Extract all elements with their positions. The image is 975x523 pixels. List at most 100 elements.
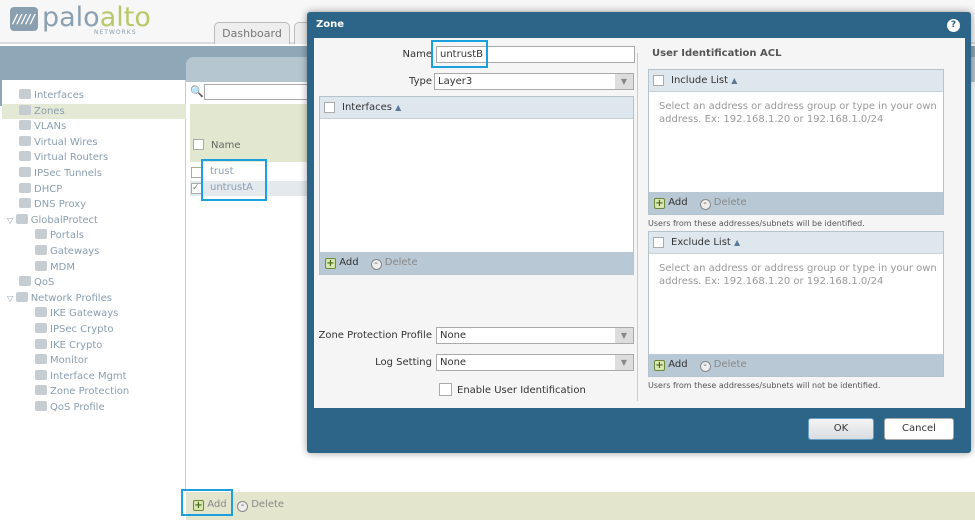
sidebar-item-label: Zones xyxy=(34,105,65,117)
chevron-down-icon: ▼ xyxy=(615,74,633,89)
include-list-grid: Include List ▲ Select an address or addr… xyxy=(648,69,944,215)
delete-icon: - xyxy=(237,501,248,512)
sidebar-item-label: DNS Proxy xyxy=(34,199,87,211)
interfaces-header[interactable]: Interfaces ▲ xyxy=(320,97,633,119)
sidebar-item-globalprotect[interactable]: ▽ GlobalProtect xyxy=(2,213,186,228)
sidebar-item-ipsec-crypto[interactable]: IPSec Crypto xyxy=(2,322,186,337)
vlans-icon xyxy=(19,120,31,131)
interfaces-select-all[interactable] xyxy=(324,102,335,113)
sort-asc-icon: ▲ xyxy=(731,76,738,85)
cancel-button[interactable]: Cancel xyxy=(884,418,954,440)
select-all-checkbox[interactable] xyxy=(193,139,204,150)
interfaces-footer: + Add - Delete xyxy=(320,252,633,274)
exclude-header-label: Exclude List xyxy=(671,237,731,248)
logo-palo: palo xyxy=(42,2,100,33)
sidebar-item-label: Gateways xyxy=(50,246,100,257)
exclude-add-button[interactable]: + Add xyxy=(654,359,688,371)
include-add-button[interactable]: + Add xyxy=(654,197,688,209)
sidebar-item-label: DHCP xyxy=(34,183,63,195)
ike-crypto-icon xyxy=(35,338,47,349)
sidebar-item-interface-mgmt[interactable]: Interface Mgmt xyxy=(2,369,186,384)
acl-title: User Identification ACL xyxy=(648,48,786,59)
sidebar-item-zones[interactable]: Zones xyxy=(2,103,186,119)
include-note: Users from these addresses/subnets will … xyxy=(648,219,865,228)
add-icon: + xyxy=(325,258,336,269)
sidebar-item-qos[interactable]: QoS xyxy=(2,275,186,290)
expand-toggle-icon[interactable]: ▽ xyxy=(7,216,16,225)
help-icon[interactable]: ? xyxy=(947,19,960,32)
include-select-all[interactable] xyxy=(653,75,664,86)
sidebar-item-label: Zone Protection xyxy=(50,386,130,398)
sidebar-item-mdm[interactable]: MDM xyxy=(2,260,186,275)
add-icon: + xyxy=(654,198,665,209)
sidebar-item-ike-gateways[interactable]: IKE Gateways xyxy=(2,306,186,321)
interface-mgmt-icon xyxy=(35,369,47,380)
sidebar-item-label: Interfaces xyxy=(34,90,84,101)
exclude-hint[interactable]: Select an address or address group or ty… xyxy=(659,262,939,288)
delete-label: Delete xyxy=(713,359,747,370)
dns-proxy-icon xyxy=(19,198,31,209)
sort-asc-icon: ▲ xyxy=(734,238,741,247)
log-setting-value: None xyxy=(440,357,467,368)
name-label: Name xyxy=(402,49,432,60)
search-icon[interactable]: 🔍 xyxy=(190,85,204,98)
exclude-list-header[interactable]: Exclude List ▲ xyxy=(649,232,943,254)
sidebar-item-label: IKE Gateways xyxy=(50,308,119,320)
include-hint[interactable]: Select an address or address group or ty… xyxy=(659,100,939,126)
zones-icon xyxy=(19,104,31,115)
enable-user-id-checkbox[interactable] xyxy=(439,383,452,396)
dhcp-icon xyxy=(19,182,31,193)
highlight-box xyxy=(431,40,488,68)
delete-button[interactable]: - Delete xyxy=(225,499,284,512)
sidebar-item-monitor[interactable]: Monitor xyxy=(2,353,186,368)
sidebar-item-virtual-wires[interactable]: Virtual Wires xyxy=(2,135,186,150)
sidebar-item-virtual-routers[interactable]: Virtual Routers xyxy=(2,150,186,165)
sidebar-item-qos-profile[interactable]: QoS Profile xyxy=(2,400,186,415)
sidebar-item-gateways[interactable]: Gateways xyxy=(2,244,186,259)
search-input[interactable] xyxy=(204,84,314,100)
zone-protection-select[interactable]: None ▼ xyxy=(436,327,634,344)
ok-button[interactable]: OK xyxy=(808,418,874,440)
sidebar-item-label: VLANs xyxy=(34,121,67,133)
tab-dashboard[interactable]: Dashboard xyxy=(214,22,290,44)
column-name[interactable]: Name xyxy=(211,140,241,151)
delete-label: Delete xyxy=(713,197,747,208)
interfaces-icon xyxy=(19,89,31,99)
sidebar-item-dns-proxy[interactable]: DNS Proxy xyxy=(2,197,186,212)
interfaces-delete-button[interactable]: - Delete xyxy=(359,257,418,270)
expand-toggle-icon[interactable]: ▽ xyxy=(7,294,16,303)
logo-networks: NETWORKS xyxy=(94,29,137,36)
sidebar-item-ipsec-tunnels[interactable]: IPSec Tunnels xyxy=(2,166,186,181)
include-delete-button[interactable]: - Delete xyxy=(688,197,747,210)
add-label: Add xyxy=(668,359,688,370)
interfaces-add-button[interactable]: + Add xyxy=(325,257,359,269)
sidebar-item-interfaces[interactable]: Interfaces xyxy=(2,88,186,103)
virtual-wires-icon xyxy=(19,135,31,146)
sidebar-item-network-profiles[interactable]: ▽ Network Profiles xyxy=(2,291,186,306)
sidebar-item-ike-crypto[interactable]: IKE Crypto xyxy=(2,338,186,353)
sidebar-item-label: IPSec Tunnels xyxy=(34,168,102,179)
log-setting-select[interactable]: None ▼ xyxy=(436,354,634,371)
sidebar-item-label: Interface Mgmt xyxy=(50,370,127,382)
chevron-down-icon: ▼ xyxy=(615,328,633,343)
sidebar-item-portals[interactable]: Portals xyxy=(2,228,186,243)
sidebar-item-label: Virtual Wires xyxy=(34,136,98,148)
add-icon: + xyxy=(654,360,665,371)
ipsec-tunnels-icon xyxy=(19,167,31,177)
exclude-select-all[interactable] xyxy=(653,237,664,248)
delete-icon: - xyxy=(699,361,711,372)
exclude-delete-button[interactable]: - Delete xyxy=(688,359,747,372)
interfaces-grid: Interfaces ▲ + Add - Delete xyxy=(319,96,634,275)
sidebar-item-vlans[interactable]: VLANs xyxy=(2,119,186,134)
sidebar-item-dhcp[interactable]: DHCP xyxy=(2,182,186,197)
include-list-header[interactable]: Include List ▲ xyxy=(649,70,943,92)
sidebar-item-label: GlobalProtect xyxy=(30,214,98,226)
ike-gateways-icon xyxy=(35,307,47,318)
exclude-list-grid: Exclude List ▲ Select an address or addr… xyxy=(648,231,944,377)
highlight-box xyxy=(201,159,267,201)
qos-profile-icon xyxy=(35,401,47,411)
sidebar-item-zone-protection[interactable]: Zone Protection xyxy=(2,384,186,399)
add-label: Add xyxy=(339,257,359,268)
type-select[interactable]: Layer3 ▼ xyxy=(434,73,634,90)
exclude-footer: + Add - Delete xyxy=(649,354,943,376)
